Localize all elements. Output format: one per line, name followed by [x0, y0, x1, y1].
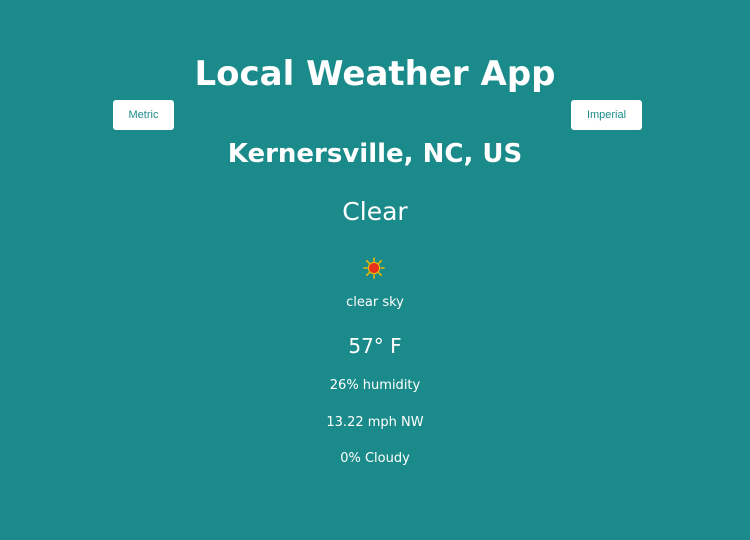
- humidity: 26% humidity: [329, 378, 421, 393]
- weather-app: Local Weather App Metric Imperial Kerner…: [0, 0, 750, 540]
- location-heading: Kernersville, NC, US: [227, 139, 523, 169]
- app-title: Local Weather App: [194, 54, 556, 94]
- weather-condition: Clear: [342, 197, 408, 226]
- wind: 13.22 mph NW: [326, 415, 424, 430]
- temperature: 57° F: [348, 334, 402, 358]
- imperial-button[interactable]: Imperial: [571, 100, 642, 130]
- cloudiness: 0% Cloudy: [340, 451, 410, 466]
- sun-icon: [363, 257, 385, 279]
- metric-button[interactable]: Metric: [113, 100, 174, 130]
- weather-description: clear sky: [346, 295, 404, 310]
